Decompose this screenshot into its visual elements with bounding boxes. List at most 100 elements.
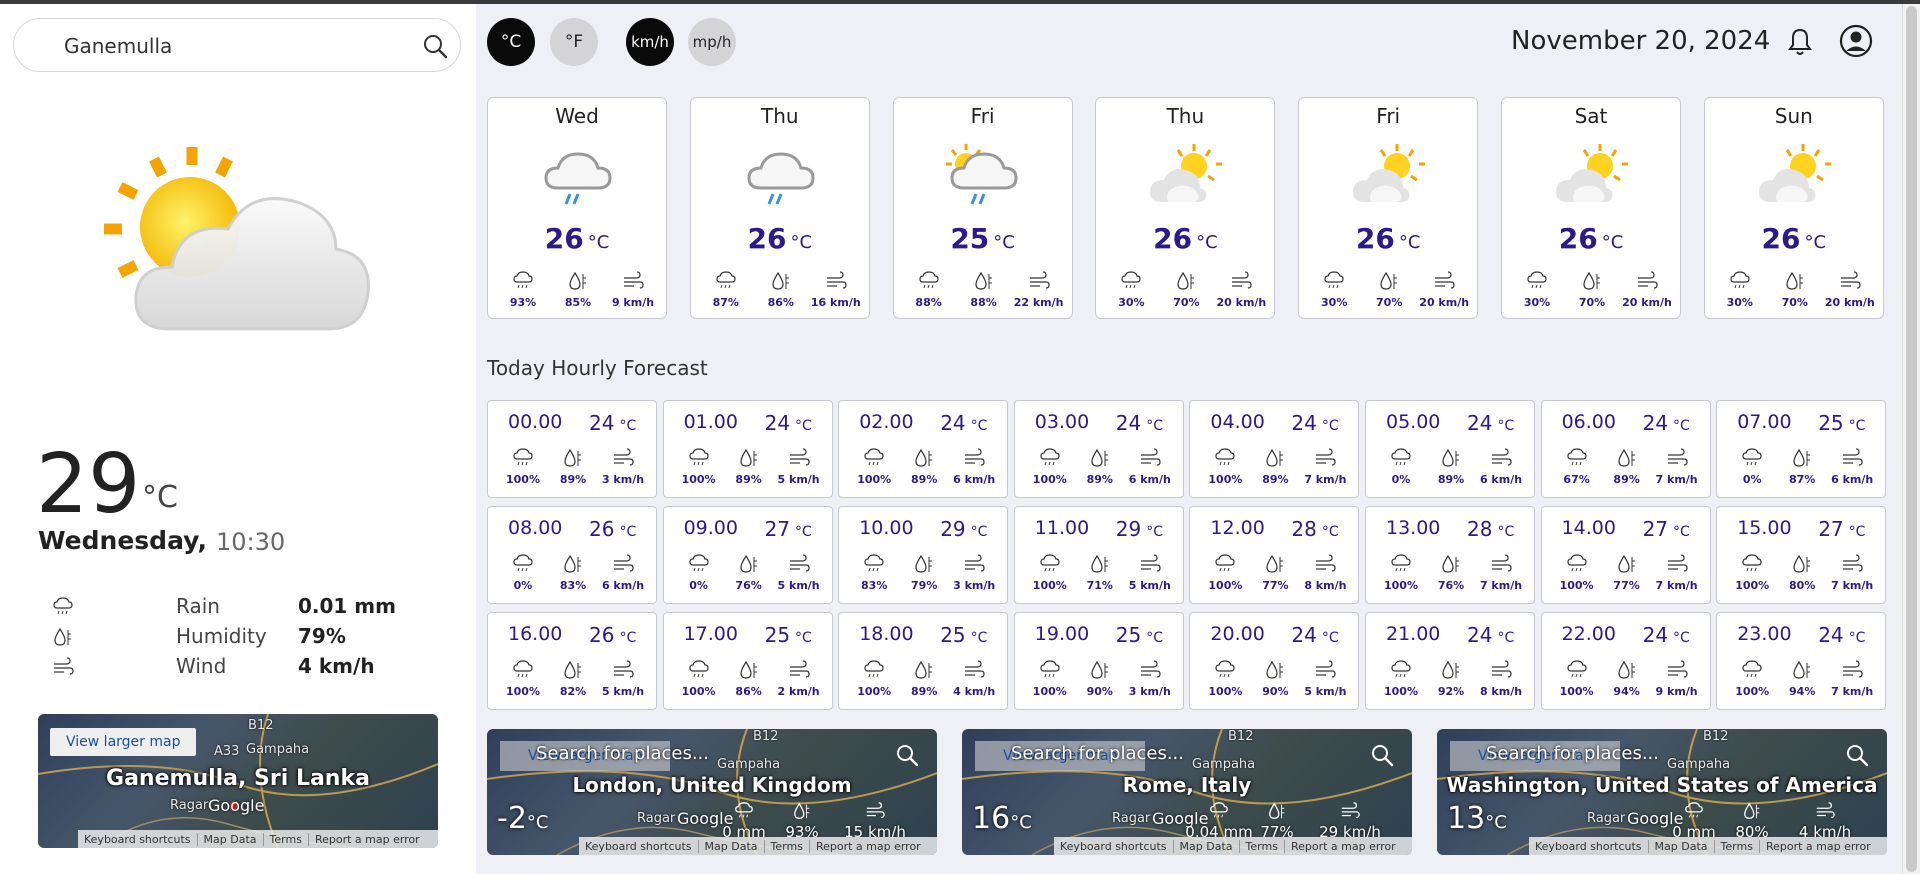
hourly-forecast-card[interactable]: 05.00 24 °C 0% 89% 6 km/h [1365,400,1535,498]
hourly-forecast-card[interactable]: 12.00 28 °C 100% 77% 8 km/h [1189,506,1360,604]
scrollbar-thumb[interactable] [1906,6,1917,872]
humidity: 70% [1359,270,1419,309]
report-map-error-link[interactable]: Report a map error [1283,839,1402,853]
hourly-forecast-card[interactable]: 13.00 28 °C 100% 76% 7 km/h [1365,506,1535,604]
daily-forecast-card[interactable]: Thu 26 °C 87% 86% 16 km/h [689,97,870,319]
mph-toggle[interactable]: mp/h [688,18,736,66]
hourly-forecast-card[interactable]: 17.00 25 °C 100% 86% 2 km/h [662,612,833,710]
hourly-forecast-card[interactable]: 11.00 29 °C 100% 71% 5 km/h [1013,506,1184,604]
city-search-placeholder[interactable]: Search for places... [1011,743,1184,764]
daily-forecast-card[interactable]: Thu 26 °C 30% 70% 20 km/h [1095,97,1276,319]
city-search-bar[interactable]: View larger map Search for places... [975,741,1395,771]
hourly-forecast-card[interactable]: 00.00 24 °C 100% 89% 3 km/h [487,400,657,498]
hourly-forecast-card[interactable]: 19.00 25 °C 100% 90% 3 km/h [1013,612,1184,710]
hourly-forecast-card[interactable]: 22.00 24 °C 100% 94% 9 km/h [1540,612,1711,710]
daily-forecast-card[interactable]: Wed 26 °C 93% 85% 9 km/h [487,97,667,319]
hourly-forecast-card[interactable]: 15.00 27 °C 100% 80% 7 km/h [1716,506,1887,604]
forecast-temperature: 25 °C [894,222,1072,255]
hourly-forecast-card[interactable]: 06.00 24 °C 67% 89% 7 km/h [1540,400,1711,498]
user-account-icon[interactable] [1839,24,1873,58]
terms-link[interactable]: Terms [763,839,809,853]
city-search-bar[interactable]: View larger map Search for places... [500,741,920,771]
terms-link[interactable]: Terms [1238,839,1284,853]
hourly-forecast-card[interactable]: 20.00 24 °C 100% 90% 5 km/h [1189,612,1360,710]
hour-temperature: 27 °C [1818,517,1865,541]
hourly-forecast-card[interactable]: 01.00 24 °C 100% 89% 5 km/h [662,400,833,498]
keyboard-shortcuts-link[interactable]: Keyboard shortcuts [1054,840,1173,853]
hour-temperature: 24 °C [765,411,812,435]
hour-temperature: 24 °C [589,411,636,435]
humidity-icon [1359,270,1419,292]
city-search-placeholder[interactable]: Search for places... [1486,743,1659,764]
forecast-temperature-value: 26 [1355,222,1395,255]
daily-forecast-card[interactable]: Sun 26 °C 30% 70% 20 km/h [1703,97,1884,319]
city-search-box[interactable] [13,18,461,72]
terms-link[interactable]: Terms [1713,839,1759,853]
rain-chance: 87% [696,270,756,309]
daily-forecast-card[interactable]: Fri 25 °C 88% 88% 22 km/h [892,97,1073,319]
map-data-link[interactable]: Map Data [196,832,263,846]
location-map[interactable]: View larger map B12 A33 Gampaha Ragar Ga… [38,714,438,848]
daily-forecast-card[interactable]: Fri 26 °C 30% 70% 20 km/h [1298,97,1479,319]
search-input[interactable] [62,31,386,61]
city-weather-card[interactable]: B12 Gampaha Ragar Google View larger map Sear… [1437,729,1887,855]
hourly-forecast-card[interactable]: 04.00 24 °C 100% 89% 7 km/h [1189,400,1360,498]
hourly-forecast-card[interactable]: 18.00 25 °C 100% 89% 4 km/h [838,612,1009,710]
wind: 16 km/h [806,270,866,309]
hourly-forecast-card[interactable]: 23.00 24 °C 100% 94% 7 km/h [1716,612,1887,710]
search-icon[interactable] [420,31,450,61]
wind-value: 5 km/h [601,685,645,698]
hour-label: 14.00 [1561,517,1616,539]
map-data-link[interactable]: Map Data [1647,839,1714,853]
hourly-forecast-card[interactable]: 03.00 24 °C 100% 89% 6 km/h [1013,400,1184,498]
hourly-forecast-card[interactable]: 09.00 27 °C 0% 76% 5 km/h [662,506,833,604]
city-temperature: -2°C [497,801,549,836]
wind-value: 6 km/h [953,473,996,486]
fahrenheit-toggle[interactable]: °F [550,18,598,66]
terms-link[interactable]: Terms [262,832,308,846]
page-scrollbar[interactable] [1902,4,1920,874]
kmh-toggle[interactable]: km/h [626,18,674,66]
wind: 5 km/h [593,659,653,698]
keyboard-shortcuts-link[interactable]: Keyboard shortcuts [1529,840,1648,853]
hourly-forecast-card[interactable]: 21.00 24 °C 100% 92% 8 km/h [1365,612,1535,710]
wind: 7 km/h [1822,553,1882,592]
city-weather-card[interactable]: B12 Gampaha Ragar Google View larger map Sear… [487,729,937,855]
keyboard-shortcuts-link[interactable]: Keyboard shortcuts [579,840,698,853]
hourly-forecast-card[interactable]: 10.00 29 °C 83% 79% 3 km/h [838,506,1009,604]
city-search-placeholder[interactable]: Search for places... [536,743,709,764]
wind-value: 5 km/h [777,579,820,592]
hourly-forecast-card[interactable]: 16.00 26 °C 100% 82% 5 km/h [487,612,657,710]
notification-bell-icon[interactable] [1784,26,1816,58]
daily-forecast-card[interactable]: Sat 26 °C 30% 70% 20 km/h [1501,97,1681,319]
map-data-link[interactable]: Map Data [1172,839,1239,853]
city-weather-card[interactable]: B12 Gampaha Ragar Google View larger map Sear… [962,729,1412,855]
city-search-bar[interactable]: View larger map Search for places... [1450,741,1870,771]
hour-temperature-value: 24 [1291,411,1317,435]
hourly-forecast-card[interactable]: 07.00 25 °C 0% 87% 6 km/h [1716,400,1887,498]
search-icon[interactable] [1370,743,1394,767]
search-icon[interactable] [1845,743,1869,767]
forecast-temperature-unit: °C [1804,232,1827,253]
forecast-temperature: 26 °C [1502,222,1680,255]
wind-value: 2 km/h [777,685,820,698]
report-map-error-link[interactable]: Report a map error [307,832,426,846]
humidity-icon [1252,801,1302,821]
hourly-forecast-card[interactable]: 02.00 24 °C 100% 89% 6 km/h [838,400,1009,498]
report-map-error-link[interactable]: Report a map error [1758,839,1877,853]
keyboard-shortcuts-link[interactable]: Keyboard shortcuts [78,833,197,846]
wind-value: 6 km/h [1831,473,1874,486]
city-temperature: 16°C [972,801,1032,836]
humidity: 88% [954,270,1014,309]
search-icon[interactable] [895,743,919,767]
city-rain: 0 mm [709,801,779,841]
hourly-forecast-card[interactable]: 14.00 27 °C 100% 77% 7 km/h [1540,506,1711,604]
current-date: November 20, 2024 [1511,26,1771,56]
hourly-forecast-card[interactable]: 08.00 26 °C 0% 83% 6 km/h [487,506,657,604]
report-map-error-link[interactable]: Report a map error [808,839,927,853]
map-data-link[interactable]: Map Data [697,839,764,853]
wind-icon [1822,659,1882,681]
celsius-toggle[interactable]: °C [487,18,535,66]
view-larger-map-link[interactable]: View larger map [50,728,197,756]
wind: 7 km/h [1647,447,1707,486]
